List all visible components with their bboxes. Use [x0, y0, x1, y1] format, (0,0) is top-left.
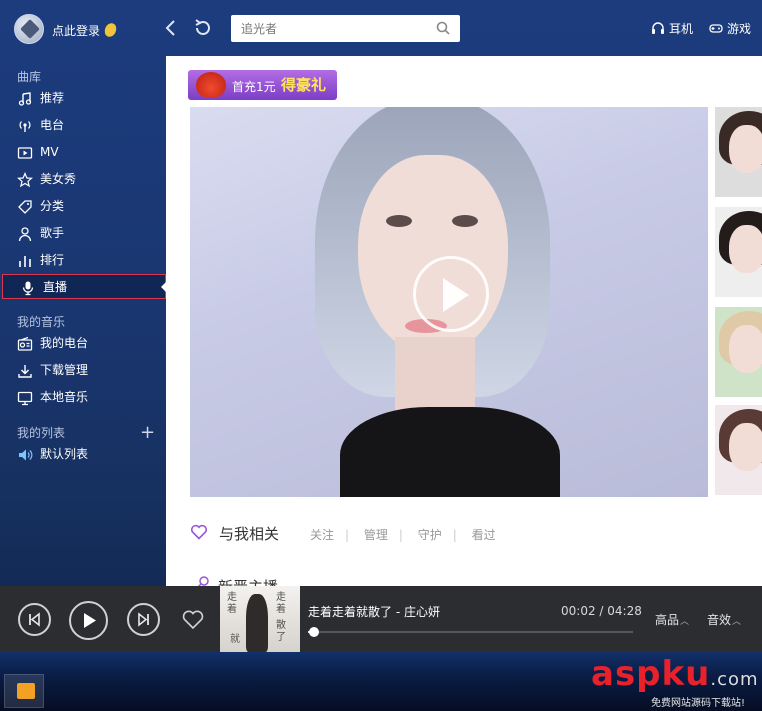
speaker-icon	[19, 449, 33, 461]
download-icon	[18, 365, 32, 378]
time-display: 00:02 / 04:28	[561, 604, 642, 618]
radio-icon	[19, 121, 31, 132]
sidebar-item-local-music[interactable]: 本地音乐	[0, 385, 166, 410]
star-icon	[17, 172, 33, 188]
app-logo[interactable]	[14, 14, 44, 44]
sidebar-item-radio[interactable]: 电台	[0, 113, 166, 138]
chevron-up-icon: ︿	[680, 617, 690, 627]
related-section: 与我相关 关注 | 管理 | 守护 | 看过	[190, 521, 750, 545]
watermark: aspku.com 免费网站源码下载站!	[591, 654, 759, 709]
back-icon[interactable]	[160, 17, 182, 39]
play-video-icon[interactable]	[413, 256, 489, 332]
progress-knob[interactable]	[309, 627, 320, 637]
sidebar-item-recommend[interactable]: 推荐	[0, 86, 166, 111]
tag-icon	[18, 200, 32, 214]
sidebar: 曲库 推荐 电台 MV 美女秀 分类 歌手 排行 直播 我的音乐 我的电台 下载…	[0, 56, 166, 586]
song-title: 走着走着就散了 - 庄心妍	[308, 605, 440, 619]
main-content: 首充1元 得豪礼 与我相关 关注| 管理| 守护| 看过 新晋主播	[166, 56, 762, 586]
player-bar: 走着 就 走着 散了 走着走着就散了 - 庄心妍 00:02 / 04:28 高…	[0, 586, 762, 652]
sidebar-item-live[interactable]: 直播	[2, 274, 166, 299]
quality-button[interactable]: 高品︿	[655, 611, 689, 628]
next-button[interactable]	[127, 603, 160, 636]
monitor-icon	[17, 391, 33, 406]
add-list-icon[interactable]: +	[140, 422, 155, 443]
sidebar-item-category[interactable]: 分类	[0, 194, 166, 219]
games-button[interactable]: 游戏	[709, 20, 751, 37]
sidebar-item-beauty-show[interactable]: 美女秀	[0, 167, 166, 192]
anchor-thumbnail[interactable]	[715, 405, 762, 495]
login-link[interactable]: 点此登录	[52, 22, 100, 39]
previous-button[interactable]	[18, 603, 51, 636]
related-title: 与我相关	[219, 525, 280, 543]
play-button[interactable]	[69, 601, 108, 640]
progress-bar[interactable]	[308, 627, 633, 637]
sidebar-item-default-list[interactable]: 默认列表	[0, 442, 166, 467]
new-anchor-title: 新晋主播	[218, 576, 278, 586]
sidebar-item-ranking[interactable]: 排行	[0, 248, 166, 273]
top-bar: 点此登录 耳机 游戏	[0, 0, 762, 56]
follow-link[interactable]: 关注	[310, 528, 334, 542]
vip-badge-icon[interactable]	[102, 21, 119, 39]
headphones-icon	[652, 22, 664, 34]
album-cover[interactable]: 走着 就 走着 散了	[220, 586, 300, 652]
new-anchor-icon	[197, 576, 209, 586]
anchor-thumbnail[interactable]	[715, 307, 762, 397]
mv-icon	[17, 147, 33, 159]
refresh-icon[interactable]	[192, 17, 214, 39]
guard-link[interactable]: 守护	[418, 528, 442, 542]
my-lists-section-title: 我的列表	[17, 426, 66, 440]
sidebar-item-download[interactable]: 下载管理	[0, 358, 166, 383]
next-icon	[138, 612, 149, 627]
my-music-section-title: 我的音乐	[17, 315, 66, 329]
sidebar-item-singer[interactable]: 歌手	[0, 221, 166, 246]
play-icon	[84, 613, 96, 628]
live-stream-cover[interactable]	[190, 107, 708, 497]
sound-effect-button[interactable]: 音效︿	[707, 611, 741, 628]
chart-icon	[19, 256, 31, 267]
anchor-thumbnail[interactable]	[715, 207, 762, 297]
library-section-title: 曲库	[17, 70, 42, 84]
like-heart-icon[interactable]	[181, 609, 205, 631]
taskbar-app-icon[interactable]	[4, 674, 44, 708]
anchor-thumbnail[interactable]	[715, 107, 762, 197]
person-icon	[18, 227, 32, 242]
search-box	[231, 15, 460, 42]
previous-icon	[29, 612, 40, 627]
earphones-button[interactable]: 耳机	[651, 20, 693, 37]
music-note-icon	[18, 92, 32, 106]
money-bag-icon	[196, 72, 226, 98]
heart-icon	[190, 524, 208, 540]
search-icon[interactable]	[436, 21, 450, 35]
viewed-link[interactable]: 看过	[472, 528, 496, 542]
chevron-up-icon: ︿	[732, 617, 742, 627]
microphone-icon	[22, 281, 34, 296]
search-input[interactable]	[241, 20, 431, 37]
radio-box-icon	[17, 336, 33, 351]
sidebar-item-my-radio[interactable]: 我的电台	[0, 331, 166, 356]
gamepad-icon	[709, 24, 723, 33]
promo-banner[interactable]: 首充1元 得豪礼	[188, 70, 337, 100]
related-links: 关注 | 管理 | 守护 | 看过	[310, 528, 496, 542]
sidebar-item-mv[interactable]: MV	[0, 140, 166, 165]
manage-link[interactable]: 管理	[364, 528, 388, 542]
